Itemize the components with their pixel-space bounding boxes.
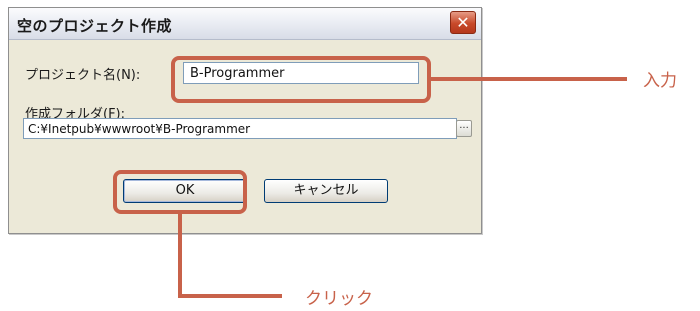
close-icon[interactable]: ✕ bbox=[450, 11, 476, 34]
click-connector-horizontal bbox=[178, 294, 282, 298]
dialog-title: 空のプロジェクト作成 bbox=[17, 17, 173, 35]
dialog-titlebar[interactable]: 空のプロジェクト作成 ✕ bbox=[9, 8, 481, 40]
input-callout-label: 入力 bbox=[643, 71, 677, 91]
input-highlight-box bbox=[171, 56, 431, 103]
browse-folder-button[interactable]: ... bbox=[456, 120, 472, 137]
cancel-button[interactable]: キャンセル bbox=[264, 179, 388, 203]
input-connector-line bbox=[431, 77, 627, 81]
project-name-label: プロジェクト名(N): bbox=[25, 68, 141, 83]
click-callout-label: クリック bbox=[305, 289, 373, 309]
folder-path-input[interactable] bbox=[23, 118, 457, 139]
click-connector-vertical bbox=[178, 214, 182, 298]
ok-highlight-box bbox=[113, 170, 247, 214]
